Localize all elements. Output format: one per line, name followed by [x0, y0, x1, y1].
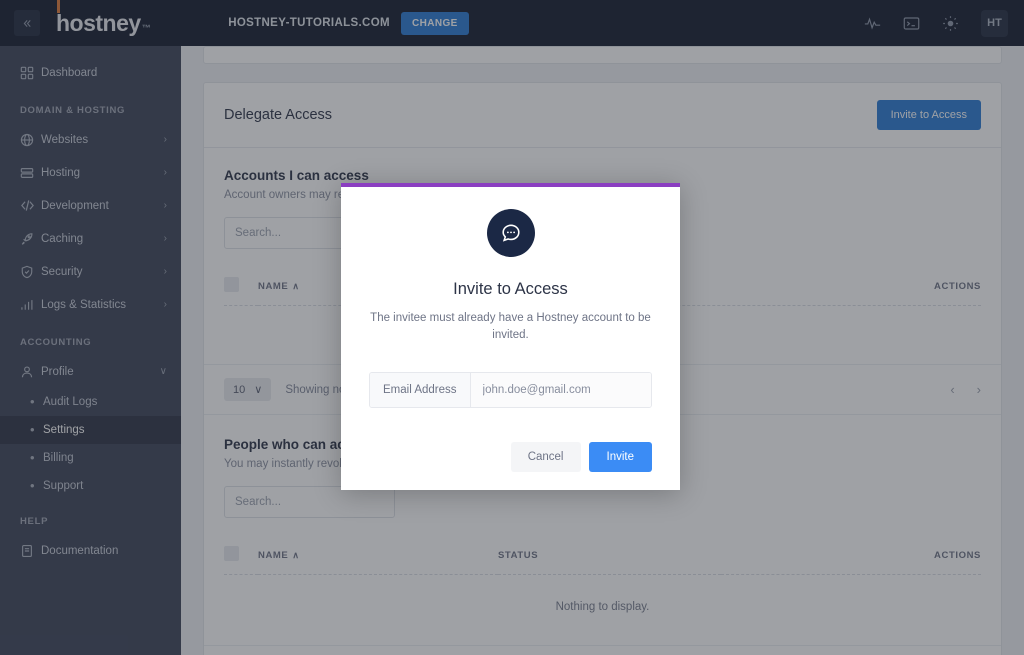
invite-to-access-modal: Invite to Access The invitee must alread…	[341, 183, 680, 490]
modal-body: Invite to Access The invitee must alread…	[341, 187, 680, 490]
invite-button[interactable]: Invite	[588, 441, 652, 472]
modal-actions: Cancel Invite	[369, 441, 652, 472]
modal-title: Invite to Access	[453, 280, 568, 298]
cancel-button[interactable]: Cancel	[510, 441, 581, 472]
app-root: hostney ™ HOSTNEY-TUTORIALS.COM CHANGE H…	[0, 0, 1024, 655]
email-input[interactable]	[470, 372, 651, 407]
chat-bubble-dots-icon	[486, 209, 535, 257]
email-field-label: Email Address	[370, 372, 471, 407]
email-field-row: Email Address	[369, 371, 652, 408]
modal-description: The invitee must already have a Hostney …	[370, 312, 651, 342]
